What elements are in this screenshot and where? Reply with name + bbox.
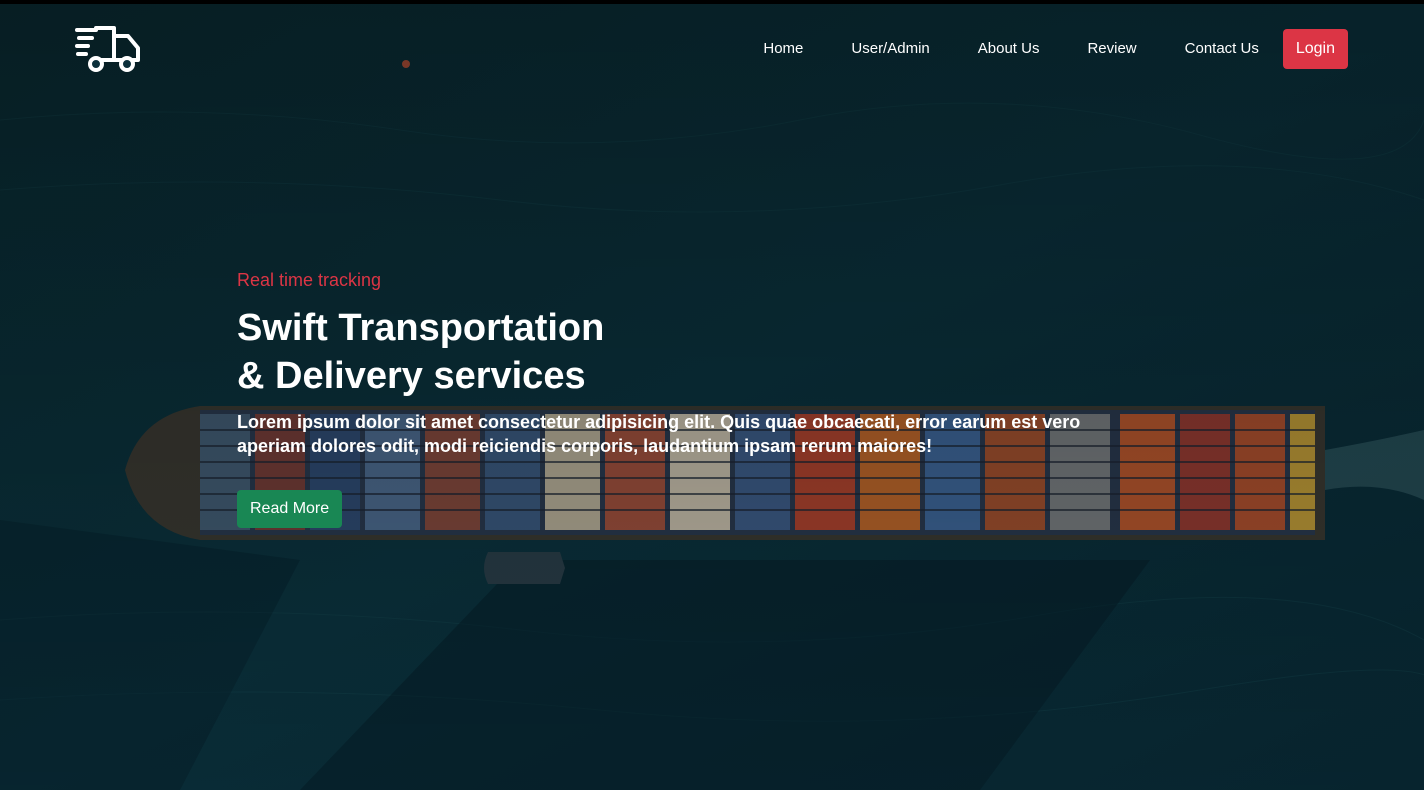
top-border [0, 0, 1424, 4]
hero-section: Real time tracking Swift Transportation … [237, 268, 1157, 528]
nav-link-home[interactable]: Home [763, 29, 803, 69]
hero-description: Lorem ipsum dolor sit amet consectetur a… [237, 412, 1081, 456]
hero-title-line-1: Swift Transportation [237, 307, 605, 349]
nav-link-contact-us[interactable]: Contact Us [1185, 29, 1259, 69]
hero-kicker: Real time tracking [237, 270, 382, 290]
read-more-button[interactable]: Read More [237, 490, 343, 528]
hero-title: Swift Transportation & Delivery services [237, 304, 1157, 400]
navbar: Home User/Admin About Us Review Contact … [0, 4, 1424, 94]
delivery-truck-icon[interactable] [74, 24, 142, 74]
page: Home User/Admin About Us Review Contact … [0, 0, 1424, 790]
hero-title-line-2: & Delivery services [237, 355, 586, 397]
nav-link-review[interactable]: Review [1087, 29, 1136, 69]
login-button[interactable]: Login [1282, 29, 1348, 69]
nav-links: Home User/Admin About Us Review Contact … [763, 29, 1348, 69]
nav-link-about-us[interactable]: About Us [978, 29, 1040, 69]
nav-link-user-admin[interactable]: User/Admin [851, 29, 929, 69]
